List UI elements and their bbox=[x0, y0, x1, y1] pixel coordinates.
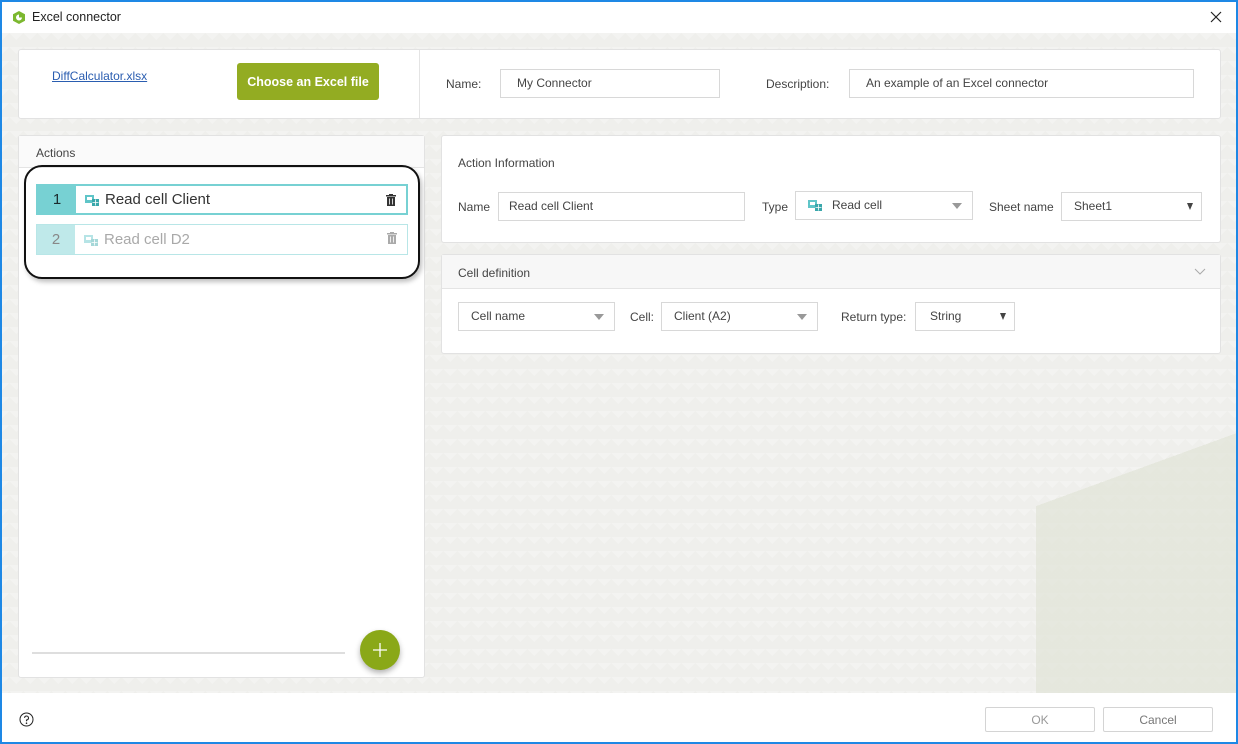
action-name-input[interactable]: Read cell Client bbox=[498, 192, 745, 221]
help-icon[interactable] bbox=[19, 712, 34, 727]
connector-description-input[interactable]: An example of an Excel connector bbox=[849, 69, 1194, 98]
read-cell-icon bbox=[808, 200, 822, 211]
return-type-label: Return type: bbox=[841, 310, 907, 324]
action-body: Read cell Client bbox=[76, 186, 406, 213]
action-information-title: Action Information bbox=[458, 156, 555, 170]
cell-definition-title: Cell definition bbox=[458, 266, 531, 280]
actions-panel: Actions 1 Read cell Client 2 Read cell D… bbox=[18, 135, 425, 678]
cell-mode-value: Cell name bbox=[471, 309, 526, 323]
connector-name-input[interactable]: My Connector bbox=[500, 69, 720, 98]
cell-select[interactable]: Client (A2) bbox=[661, 302, 818, 331]
chevron-down-icon bbox=[1000, 313, 1006, 320]
sheet-name-value: Sheet1 bbox=[1074, 199, 1113, 213]
ok-button[interactable]: OK bbox=[985, 707, 1095, 732]
cell-mode-select[interactable]: Cell name bbox=[458, 302, 615, 331]
cancel-button[interactable]: Cancel bbox=[1103, 707, 1213, 732]
file-and-connector-card: DiffCalculator.xlsx Choose an Excel file… bbox=[18, 49, 1221, 119]
chevron-down-icon bbox=[1194, 268, 1206, 275]
action-item-1[interactable]: 1 Read cell Client bbox=[36, 184, 408, 215]
cell-definition-card: Cell definition Cell name Cell: Client (… bbox=[441, 254, 1221, 354]
connector-description-label: Description: bbox=[766, 77, 830, 91]
divider bbox=[32, 652, 345, 654]
action-label: Read cell Client bbox=[105, 191, 211, 208]
delete-icon[interactable] bbox=[387, 232, 397, 244]
app-logo-icon bbox=[13, 11, 25, 24]
action-name-label: Name bbox=[458, 200, 491, 214]
window-title: Excel connector bbox=[32, 10, 121, 24]
cell-definition-header[interactable]: Cell definition bbox=[442, 255, 1220, 289]
return-type-select[interactable]: String bbox=[915, 302, 1015, 331]
close-button[interactable] bbox=[1206, 7, 1226, 27]
chevron-down-icon bbox=[1187, 203, 1193, 210]
main-content: DiffCalculator.xlsx Choose an Excel file… bbox=[2, 33, 1236, 693]
action-body: Read cell D2 bbox=[75, 225, 407, 254]
dialog-footer: OK Cancel bbox=[2, 693, 1236, 742]
sheet-name-label: Sheet name bbox=[989, 200, 1054, 214]
divider bbox=[419, 50, 420, 118]
excel-connector-window: Excel connector DiffCalculator.xlsx Choo… bbox=[0, 0, 1238, 744]
choose-excel-file-button[interactable]: Choose an Excel file bbox=[237, 63, 379, 100]
actions-title: Actions bbox=[36, 146, 76, 160]
action-type-select[interactable]: Read cell bbox=[795, 191, 973, 220]
actions-header: Actions bbox=[19, 136, 424, 168]
action-information-card: Action Information Name Read cell Client… bbox=[441, 135, 1221, 243]
delete-icon[interactable] bbox=[386, 194, 396, 206]
action-type-value: Read cell bbox=[832, 198, 883, 212]
read-cell-icon bbox=[84, 234, 98, 246]
action-number: 2 bbox=[37, 225, 75, 254]
highlight-annotation bbox=[24, 165, 420, 279]
action-item-2[interactable]: 2 Read cell D2 bbox=[36, 224, 408, 255]
chevron-down-icon bbox=[797, 314, 807, 320]
plus-icon bbox=[373, 643, 387, 657]
connector-name-label: Name: bbox=[446, 77, 482, 91]
action-type-label: Type bbox=[762, 200, 789, 214]
excel-file-link[interactable]: DiffCalculator.xlsx bbox=[52, 69, 147, 83]
action-number: 1 bbox=[38, 186, 76, 213]
background-decoration bbox=[1036, 333, 1236, 693]
title-bar: Excel connector bbox=[2, 2, 1236, 33]
action-label: Read cell D2 bbox=[104, 231, 190, 248]
close-icon bbox=[1210, 11, 1222, 23]
cell-label: Cell: bbox=[630, 310, 655, 324]
chevron-down-icon bbox=[594, 314, 604, 320]
cell-value: Client (A2) bbox=[674, 309, 731, 323]
sheet-name-select[interactable]: Sheet1 bbox=[1061, 192, 1202, 221]
read-cell-icon bbox=[85, 194, 99, 206]
add-action-button[interactable] bbox=[360, 630, 400, 670]
chevron-down-icon bbox=[952, 203, 962, 209]
return-type-value: String bbox=[930, 309, 962, 323]
